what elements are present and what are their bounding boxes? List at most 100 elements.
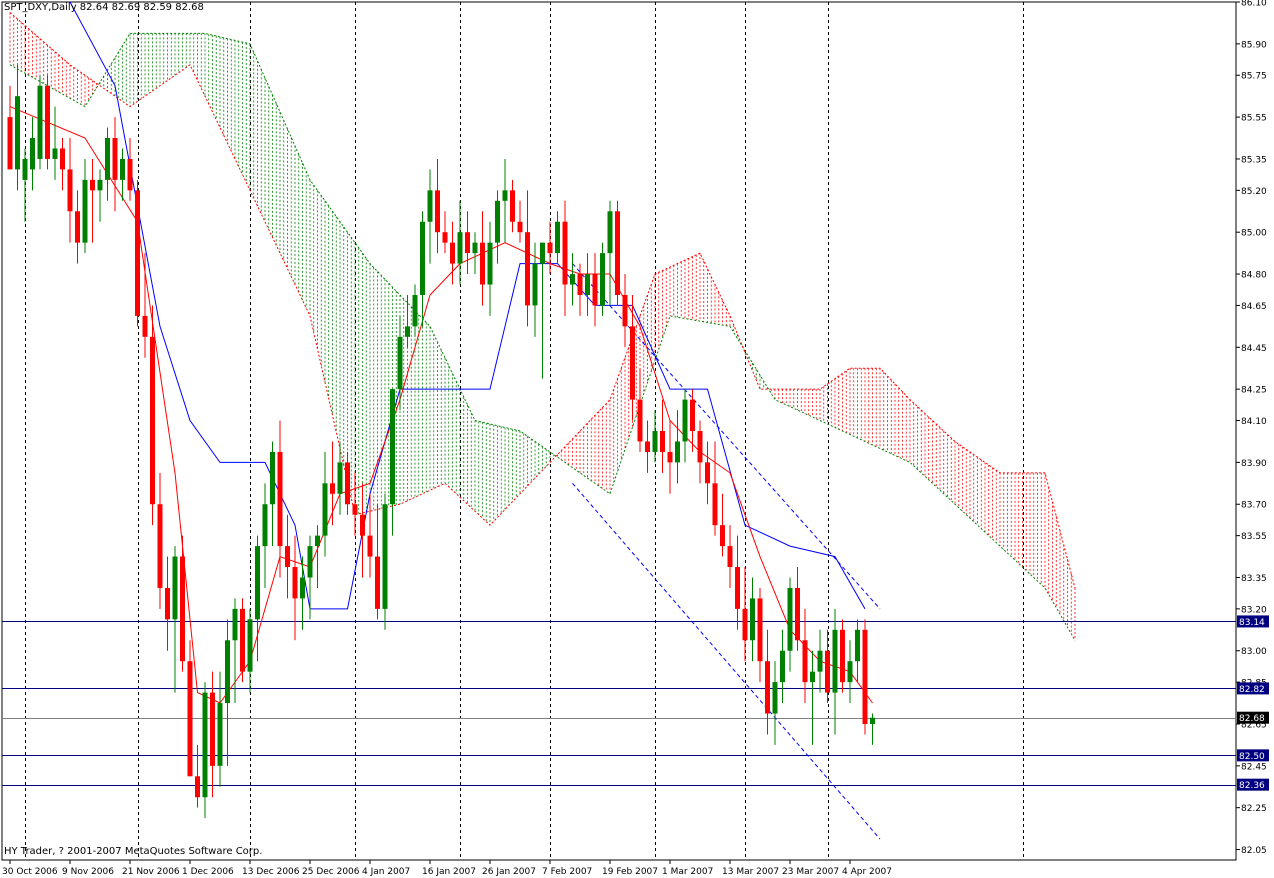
y-tick-label: 82.45: [1241, 762, 1267, 772]
y-tick-label: 82.05: [1241, 846, 1267, 856]
candle-body: [810, 671, 815, 683]
candle-body: [15, 96, 20, 170]
x-tick-label: 16 Jan 2007: [422, 867, 476, 877]
candle-body: [7, 117, 13, 170]
candle-body: [480, 242, 485, 285]
candle-body: [285, 546, 290, 568]
candle-body: [495, 200, 500, 243]
candle-body: [37, 85, 43, 159]
x-tick-label: 7 Feb 2007: [542, 867, 592, 877]
candle-body: [397, 336, 403, 390]
y-tick-label: 83.55: [1241, 532, 1267, 542]
candle-body: [307, 546, 313, 578]
candle-body: [562, 221, 568, 285]
candle-body: [90, 179, 95, 191]
candle-body: [502, 190, 508, 201]
candle-body: [637, 399, 643, 442]
candle-body: [112, 138, 118, 180]
candle-body: [135, 190, 140, 316]
y-tick-label: 84.45: [1241, 344, 1267, 354]
x-tick-label: 9 Nov 2006: [62, 867, 114, 877]
y-tick-label: 83.35: [1241, 574, 1267, 584]
candle-body: [382, 504, 388, 609]
candle-body: [772, 682, 778, 714]
candle-body: [337, 462, 343, 494]
candle-body: [195, 776, 200, 798]
candlestick-chart[interactable]: 86.10 85.90 85.75 85.55 85.35 85.20 85.00 84.80…: [0, 0, 1274, 878]
candle-body: [622, 294, 628, 327]
y-tick-label: 84.25: [1241, 386, 1267, 396]
candle-body: [472, 242, 478, 254]
candle-body: [450, 242, 455, 264]
candle-body: [60, 148, 65, 170]
candle-body: [487, 242, 493, 285]
candle-body: [277, 451, 283, 547]
y-tick-label: 85.35: [1241, 155, 1267, 165]
x-tick-label: 1 Dec 2006: [182, 867, 234, 877]
y-tick-label: 83.20: [1241, 605, 1267, 615]
y-tick-label: 84.10: [1241, 417, 1267, 427]
candle-body: [262, 504, 268, 547]
candle-body: [97, 179, 103, 191]
y-tick-label: 85.90: [1241, 40, 1267, 50]
candle-body: [232, 608, 238, 641]
candle-body: [217, 703, 223, 766]
candle-body: [780, 650, 785, 683]
x-tick-label: 30 Oct 2006: [2, 867, 58, 877]
candle-body: [442, 232, 448, 243]
y-tick-label: 83.70: [1241, 501, 1267, 511]
candle-body: [795, 587, 800, 641]
candle-body: [540, 242, 545, 264]
candle-body: [660, 431, 665, 452]
candle-body: [345, 462, 350, 505]
candle-body: [435, 190, 440, 233]
candle-body: [705, 462, 710, 484]
candle-body: [750, 598, 755, 641]
candle-body: [645, 441, 650, 452]
y-tick-label: 83.90: [1241, 459, 1267, 469]
candle-body: [525, 232, 530, 306]
candle-body: [67, 169, 73, 212]
candle-body: [802, 640, 808, 683]
y-tick-label: 85.00: [1241, 229, 1267, 239]
candle-body: [840, 629, 845, 683]
candle-body: [330, 483, 335, 494]
candle-body: [127, 158, 133, 191]
candle-body: [240, 608, 245, 672]
candle-body: [412, 294, 418, 327]
candle-body: [187, 661, 193, 777]
x-tick-label: 21 Nov 2006: [122, 867, 180, 877]
candle-body: [390, 389, 395, 505]
candle-body: [757, 598, 763, 662]
candle-body: [832, 629, 838, 693]
candle-body: [150, 336, 155, 505]
level-tag-label: 82.68: [1239, 714, 1265, 724]
candle-body: [405, 326, 410, 337]
candle-body: [532, 263, 538, 306]
candle-body: [787, 587, 793, 651]
candle-body: [600, 253, 605, 306]
candle-body: [712, 483, 718, 526]
chart-title: SPT_DXY,Daily 82.64 82.69 82.59 82.68: [4, 2, 204, 13]
candle-body: [142, 315, 148, 337]
candle-body: [75, 211, 80, 243]
candle-body: [547, 242, 553, 254]
candle-body: [765, 661, 770, 714]
x-tick-label: 1 Mar 2007: [662, 867, 713, 877]
candle-body: [652, 431, 658, 452]
candle-body: [172, 556, 178, 620]
candle-body: [352, 504, 358, 515]
candle-body: [30, 138, 35, 170]
candle-body: [292, 567, 298, 599]
candle-body: [592, 274, 598, 306]
candle-body: [825, 650, 830, 693]
candle-body: [847, 661, 853, 683]
candle-body: [742, 608, 748, 641]
candle-body: [690, 399, 695, 431]
candle-body: [510, 190, 515, 222]
candle-body: [465, 232, 470, 254]
y-tick-label: 82.25: [1241, 804, 1267, 814]
candle-body: [420, 221, 425, 295]
candle-body: [367, 535, 373, 557]
candle-body: [322, 483, 328, 536]
